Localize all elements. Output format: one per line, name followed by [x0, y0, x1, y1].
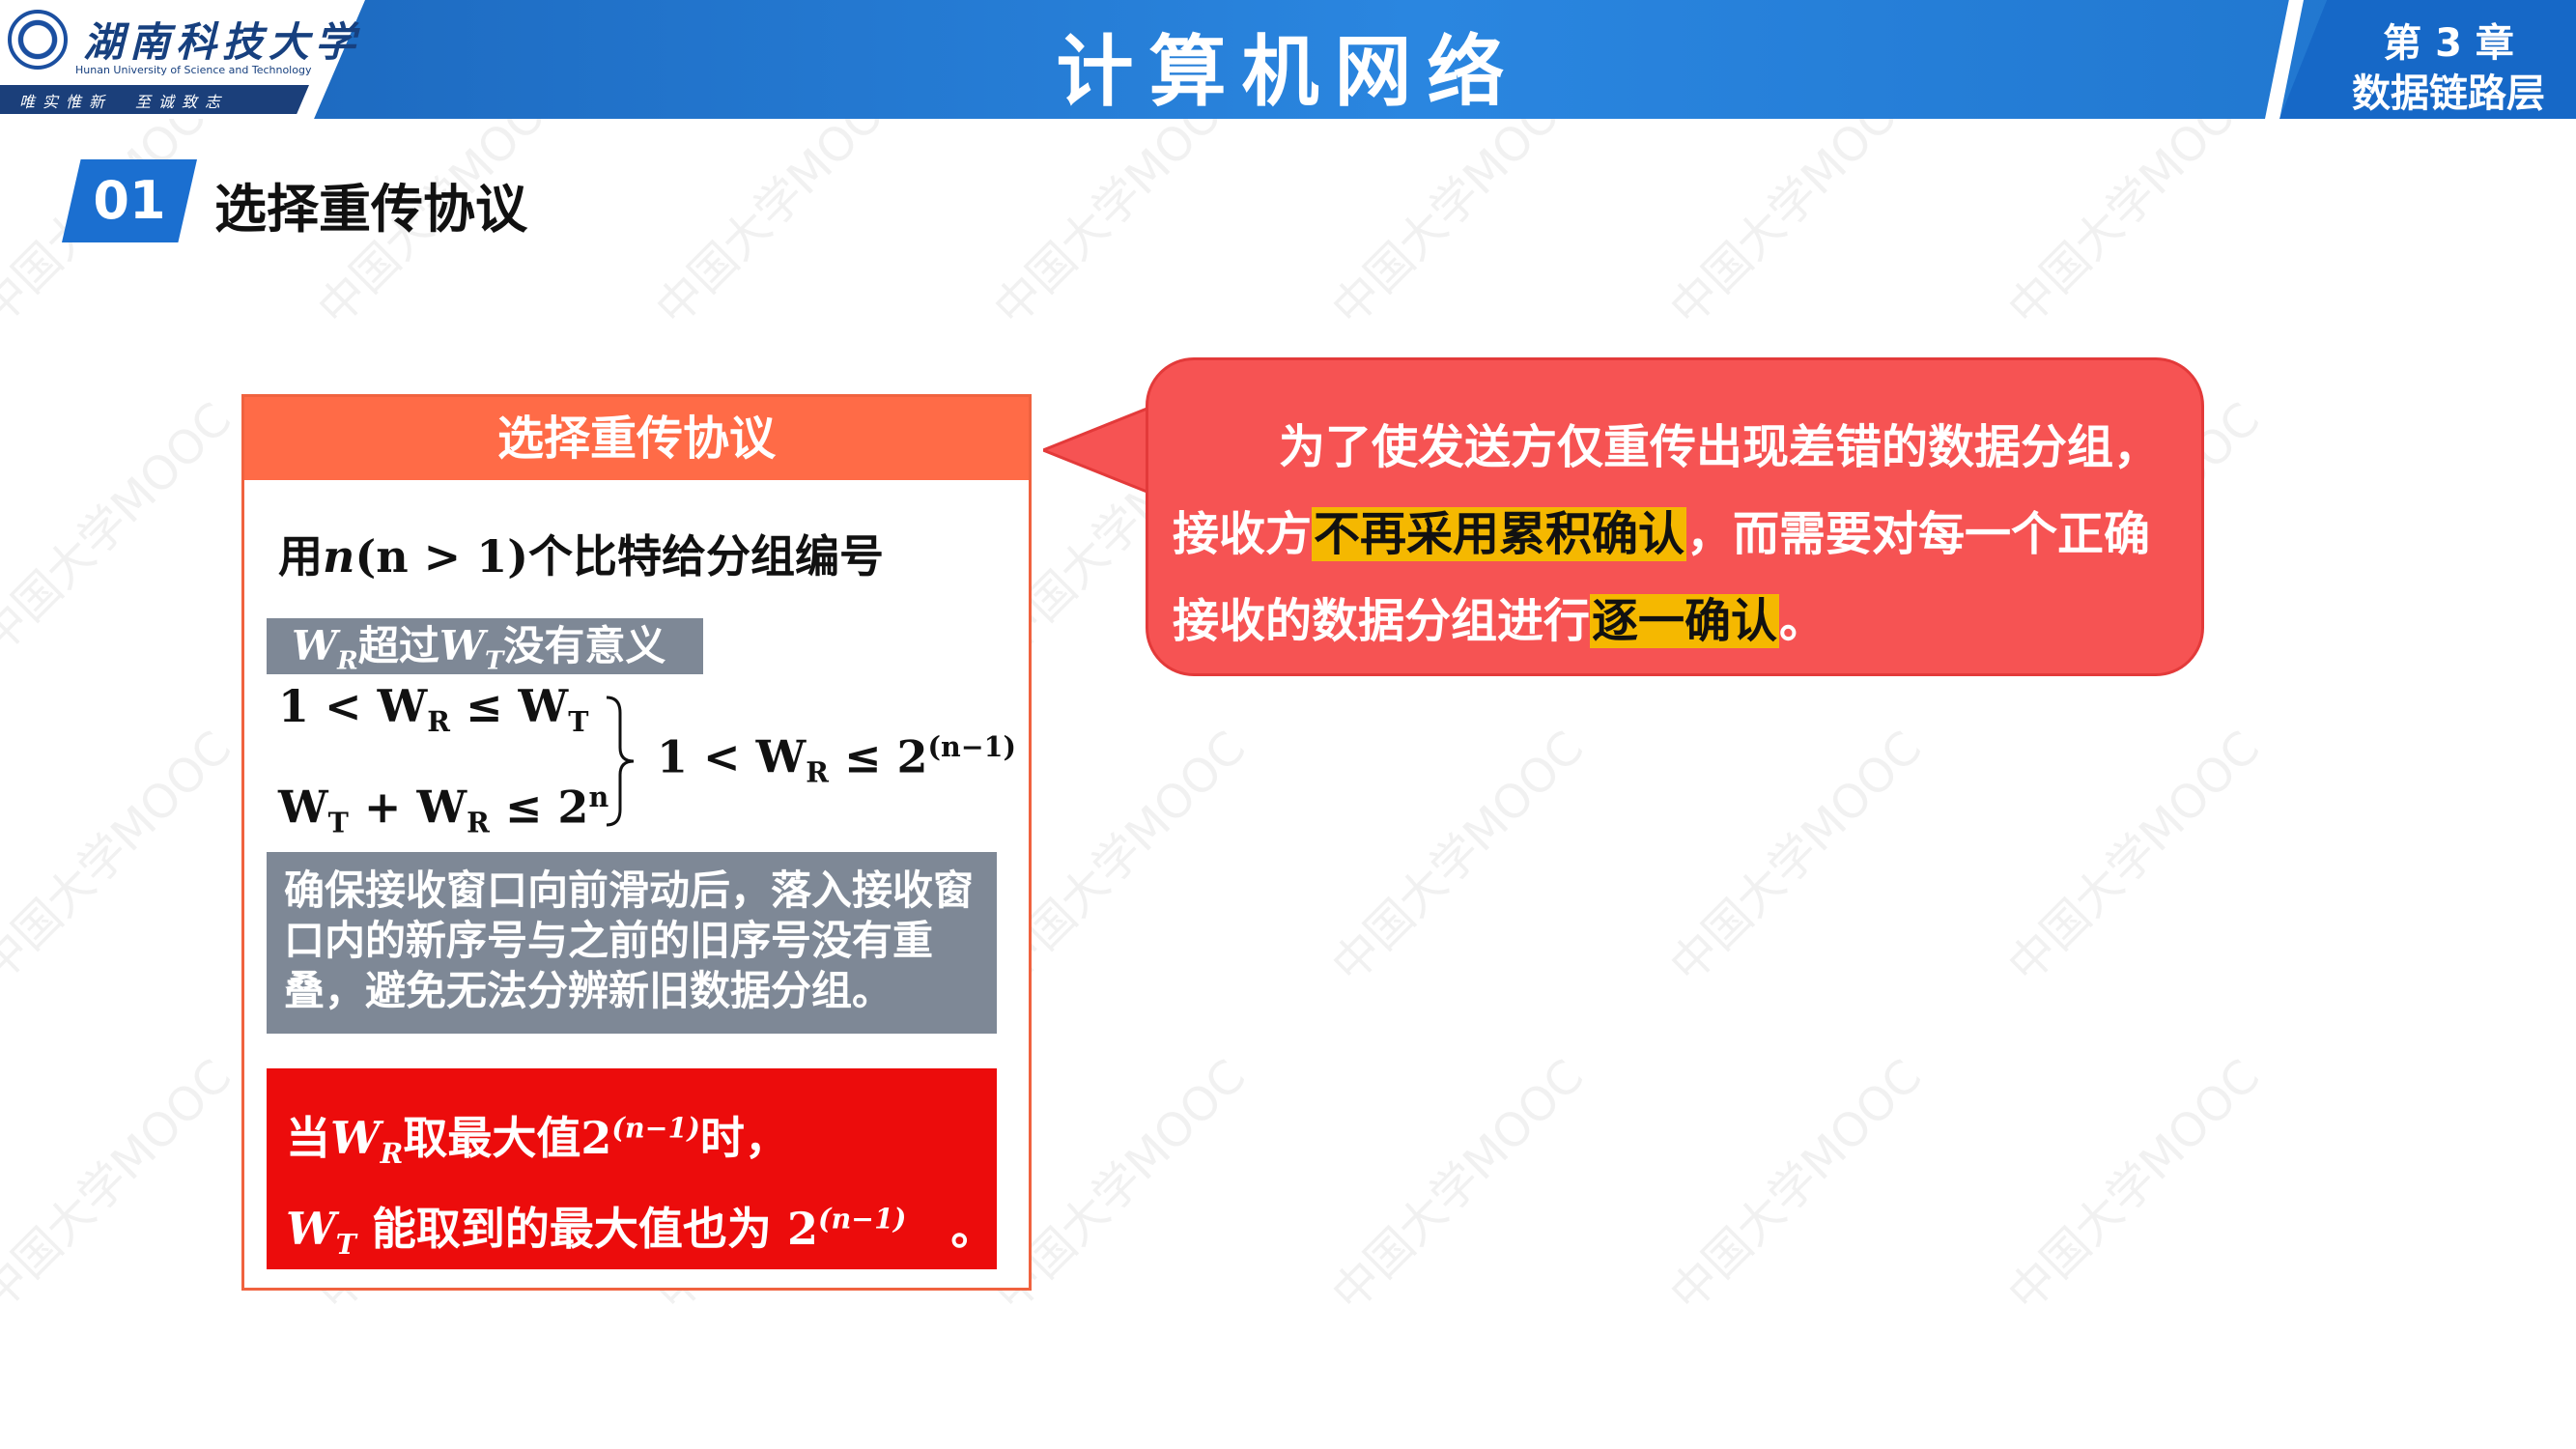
watermark-text: 中国大学MOOC: [1659, 1049, 1933, 1322]
eq2-sub: T: [327, 806, 349, 839]
tag-mid: 超过: [357, 622, 439, 669]
inequality-1: 1 < WR ≤ WT: [278, 680, 588, 738]
watermark-text: 中国大学MOOC: [1997, 1049, 2271, 1322]
watermark-text: 中国大学MOOC: [1321, 1049, 1595, 1322]
watermark-text: 中国大学MOOC: [1321, 721, 1595, 994]
callout-highlight-1: 不再采用累积确认: [1312, 507, 1687, 561]
watermark-text: 中国大学MOOC: [0, 721, 242, 994]
watermark-text: 中国大学MOOC: [0, 1049, 242, 1322]
red-l1-sub: R: [380, 1137, 404, 1171]
red-l1-w: W: [330, 1112, 381, 1164]
callout-part-3: 。: [1779, 594, 1826, 648]
conclusion-line-2: WT 能取到的最大值也为 2(n−1) 。: [286, 1194, 996, 1262]
chapter-number: 第 3 章: [2383, 21, 2514, 66]
section-title: 选择重传协议: [214, 179, 527, 240]
course-title: 计算机网络: [1056, 27, 1520, 117]
red-l1-mid: 取最大值: [403, 1112, 581, 1164]
red-l2-mid: 能取到的最大值也为: [355, 1203, 787, 1255]
callout-highlight-2: 逐一确认: [1590, 594, 1780, 648]
red-l1-end: 时，: [699, 1112, 789, 1164]
red-l2-w: W: [286, 1203, 336, 1255]
tag-wt-sub: T: [485, 646, 504, 676]
sequence-bits-line: 用n(n > 1)个比特给分组编号: [278, 522, 884, 585]
eq2-sub2: R: [467, 806, 490, 839]
red-l1-pre: 当: [286, 1112, 330, 1164]
eq1-sub: R: [427, 705, 450, 739]
eq3-a: 1 < W: [657, 730, 807, 783]
eq1-b: ≤ W: [449, 680, 569, 732]
eq3-b: ≤ 2: [828, 730, 928, 783]
callout-text: 为了使发送方仅重传出现差错的数据分组，接收方不再采用累积确认，而需要对每一个正确…: [1173, 404, 2187, 665]
eq2-a: W: [278, 781, 328, 834]
watermark-text: 中国大学MOOC: [0, 392, 242, 666]
eq2-c: ≤ 2: [489, 781, 589, 834]
red-l2-sup: (n−1): [817, 1202, 907, 1236]
right-brace-icon: [606, 696, 635, 827]
tag-wr-sub: R: [337, 646, 358, 676]
line-n-prefix: 用: [278, 530, 323, 582]
watermark-text: 中国大学MOOC: [1659, 721, 1933, 994]
tag-end: 没有意义: [503, 622, 666, 669]
chapter-title: 数据链路层: [2352, 71, 2545, 116]
eq3-sub: R: [806, 755, 829, 789]
line-n-suffix: 个比特给分组编号: [528, 530, 885, 582]
eq2-b: + W: [348, 781, 467, 834]
tag-wr: W: [292, 622, 338, 669]
eq1-a: 1 < W: [278, 680, 428, 732]
card-title: 选择重传协议: [244, 397, 1029, 480]
conclusion-line-1: 当WR取最大值2(n−1)时，: [286, 1103, 789, 1171]
inequality-2: WT + WR ≤ 2n: [278, 781, 609, 839]
inequality-result: 1 < WR ≤ 2(n−1): [657, 730, 1016, 789]
eq1-sub2: T: [568, 705, 589, 739]
red-l2-sub: T: [335, 1228, 356, 1262]
line-n-var: n: [323, 530, 355, 582]
red-l1-val: 2: [580, 1112, 612, 1164]
callout-pointer: [1043, 404, 1159, 498]
explanation-box: 确保接收窗口向前滑动后，落入接收窗口内的新序号与之前的旧序号没有重叠，避免无法分…: [267, 852, 997, 1034]
window-note-tag: WR超过WT没有意义: [267, 618, 703, 676]
red-l2-val: 2: [786, 1203, 818, 1255]
section-number: 01: [62, 159, 197, 242]
red-l2-end: 。: [906, 1203, 996, 1255]
line-n-cond: (n > 1): [354, 530, 529, 582]
tag-wt: W: [439, 622, 485, 669]
eq3-sup: (n−1): [927, 730, 1016, 763]
watermark-text: 中国大学MOOC: [1997, 721, 2271, 994]
red-l1-sup: (n−1): [611, 1111, 700, 1145]
